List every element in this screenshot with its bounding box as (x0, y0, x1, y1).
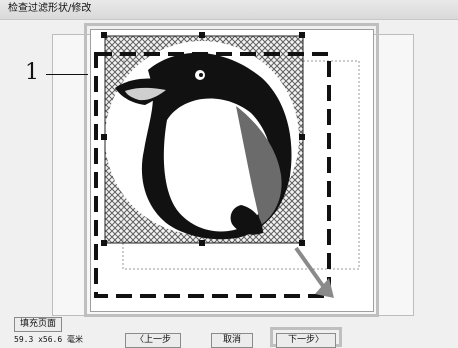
window-title: 检查过滤形状/修改 (8, 3, 92, 14)
crop-handle-bottom-center[interactable] (199, 240, 205, 246)
crop-handle-top-right[interactable] (299, 32, 305, 38)
penguin-crop-preview (94, 32, 360, 298)
window-title-bar: 检查过滤形状/修改 (0, 0, 458, 20)
back-button[interactable]: 〈上一步 (125, 333, 181, 348)
callout-line (46, 74, 88, 75)
cancel-button[interactable]: 取消 (211, 333, 253, 348)
size-readout: 59.3 x56.6 毫米 (14, 335, 83, 344)
fill-page-button[interactable]: 填充页面 (14, 317, 62, 332)
crop-handle-middle-left[interactable] (101, 134, 107, 140)
next-button[interactable]: 下一步〉 (276, 333, 336, 348)
crop-handle-middle-right[interactable] (299, 134, 305, 140)
callout-number: 1 (25, 60, 39, 85)
crop-handle-bottom-left[interactable] (101, 240, 107, 246)
image-preview-area[interactable] (90, 29, 374, 312)
crop-handle-bottom-right[interactable] (299, 240, 305, 246)
crop-handle-top-center[interactable] (199, 32, 205, 38)
crop-handle-top-left[interactable] (101, 32, 107, 38)
